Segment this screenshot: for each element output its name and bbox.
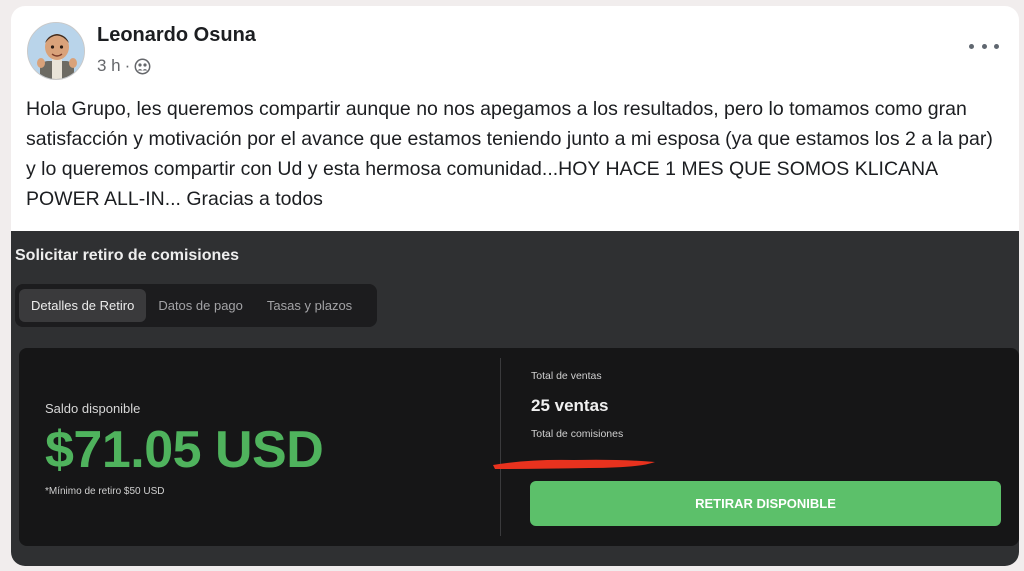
total-ventas-label: Total de ventas bbox=[531, 370, 602, 382]
meta-separator: · bbox=[124, 56, 131, 75]
tab-detalles-de-retiro[interactable]: Detalles de Retiro bbox=[19, 289, 147, 322]
withdraw-title: Solicitar retiro de comisiones bbox=[15, 247, 240, 264]
total-comisiones-label: Total de comisiones bbox=[531, 428, 624, 440]
total-ventas-value: 25 ventas bbox=[531, 396, 609, 415]
friends-icon[interactable] bbox=[134, 58, 151, 75]
tab-datos-de-pago[interactable]: Datos de pago bbox=[146, 289, 255, 322]
author-name[interactable]: Leonardo Osuna bbox=[97, 24, 256, 47]
saldo-amount: $71.05 USD bbox=[45, 421, 324, 479]
avatar[interactable] bbox=[27, 22, 85, 80]
tab-tasas-y-plazos[interactable]: Tasas y plazos bbox=[255, 289, 364, 322]
post-meta: 3 h · bbox=[97, 56, 151, 76]
more-options-icon[interactable] bbox=[969, 36, 999, 56]
post-body: Hola Grupo, les queremos compartir aunqu… bbox=[26, 98, 993, 210]
red-redaction-mark bbox=[493, 459, 655, 469]
post-screenshot-image[interactable]: Solicitar retiro de comisiones Detalles … bbox=[11, 231, 1019, 566]
panel-divider bbox=[500, 358, 501, 536]
retirar-disponible-button[interactable]: RETIRAR DISPONIBLE bbox=[530, 481, 1001, 526]
balance-panel: Saldo disponible $71.05 USD *Mínimo de r… bbox=[19, 348, 1019, 546]
saldo-label: Saldo disponible bbox=[45, 401, 141, 416]
tab-bar: Detalles de Retiro Datos de pago Tasas y… bbox=[15, 284, 377, 327]
post-card: Leonardo Osuna 3 h · Hola Grupo, les que… bbox=[11, 6, 1019, 566]
post-timestamp[interactable]: 3 h bbox=[97, 56, 121, 76]
avatar-image bbox=[28, 23, 84, 79]
minimo-note: *Mínimo de retiro $50 USD bbox=[45, 486, 165, 497]
